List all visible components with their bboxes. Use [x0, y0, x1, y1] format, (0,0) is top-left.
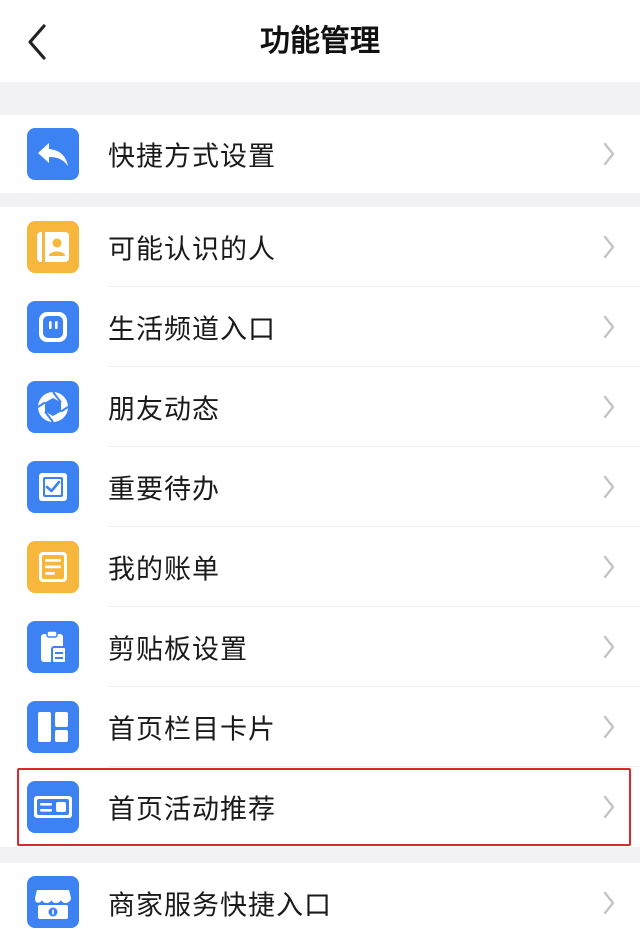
- menu-item-life-channel-entry[interactable]: 生活频道入口: [0, 287, 640, 367]
- chevron-right-icon: [603, 395, 615, 419]
- chevron-right-icon: [603, 891, 615, 915]
- menu-item-label: 生活频道入口: [108, 314, 276, 346]
- todo-check-icon: [27, 461, 79, 513]
- settings-group-shortcuts: 快捷方式设置: [0, 115, 640, 193]
- menu-item-label: 首页栏目卡片: [108, 714, 276, 746]
- menu-item-people-you-may-know[interactable]: 可能认识的人: [0, 207, 640, 287]
- life-channel-icon: [27, 301, 79, 353]
- menu-item-clipboard-settings[interactable]: 剪贴板设置: [0, 607, 640, 687]
- chevron-right-icon: [603, 795, 615, 819]
- bill-list-icon: [27, 541, 79, 593]
- chevron-right-icon: [603, 235, 615, 259]
- menu-item-label: 剪贴板设置: [108, 634, 248, 666]
- chevron-right-icon: [603, 315, 615, 339]
- chevron-right-icon: [603, 142, 615, 166]
- activity-card-icon: [27, 781, 79, 833]
- chevron-right-icon: [603, 475, 615, 499]
- reply-arrow-icon: [27, 128, 79, 180]
- menu-item-home-section-cards[interactable]: 首页栏目卡片: [0, 687, 640, 767]
- grid-cards-icon: [27, 701, 79, 753]
- chevron-right-icon: [603, 715, 615, 739]
- settings-group-features: 可能认识的人 生活频道入口 朋友动态 重要待办 我的账单 剪贴板设置 首页栏目卡…: [0, 207, 640, 847]
- menu-item-label: 朋友动态: [108, 394, 220, 426]
- nav-bar: 功能管理: [0, 0, 640, 82]
- menu-item-label: 首页活动推荐: [108, 794, 276, 826]
- page-title: 功能管理: [260, 24, 380, 59]
- clipboard-icon: [27, 621, 79, 673]
- menu-item-label: 重要待办: [108, 474, 220, 506]
- merchant-store-icon: [27, 876, 79, 928]
- chevron-right-icon: [603, 555, 615, 579]
- menu-item-label: 可能认识的人: [108, 234, 276, 266]
- menu-item-label: 商家服务快捷入口: [108, 890, 332, 922]
- menu-item-label: 我的账单: [108, 554, 220, 586]
- menu-item-home-activity-recommend[interactable]: 首页活动推荐: [0, 767, 640, 847]
- menu-item-friend-moments[interactable]: 朋友动态: [0, 367, 640, 447]
- menu-item-shortcut-settings[interactable]: 快捷方式设置: [0, 115, 640, 193]
- aperture-icon: [27, 381, 79, 433]
- contact-card-icon: [27, 221, 79, 273]
- menu-item-merchant-service-shortcut[interactable]: 商家服务快捷入口: [0, 863, 640, 929]
- menu-item-label: 快捷方式设置: [108, 141, 276, 173]
- chevron-right-icon: [603, 635, 615, 659]
- menu-item-important-todo[interactable]: 重要待办: [0, 447, 640, 527]
- settings-group-merchant: 商家服务快捷入口: [0, 863, 640, 929]
- menu-item-my-bills[interactable]: 我的账单: [0, 527, 640, 607]
